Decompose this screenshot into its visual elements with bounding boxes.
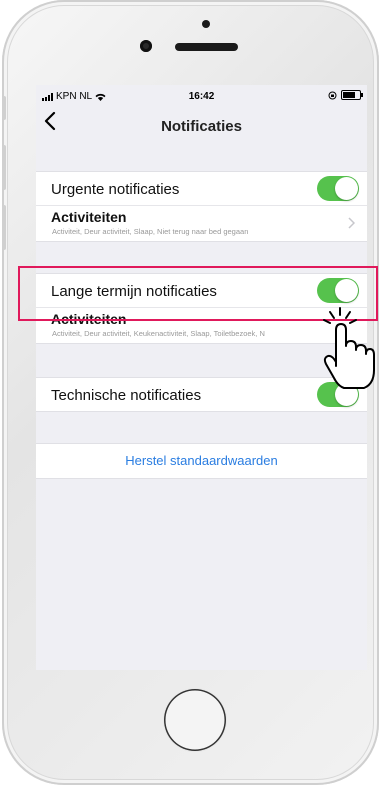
- mute-switch: [2, 96, 6, 120]
- status-bar: KPN NL 16:42: [36, 85, 367, 107]
- front-camera: [140, 40, 152, 52]
- clock: 16:42: [188, 91, 215, 102]
- urgent-activities-row[interactable]: Activiteiten Activiteit, Deur activiteit…: [36, 205, 367, 241]
- long-term-activities-description: Activiteit, Deur activiteit, Keukenactiv…: [52, 329, 265, 338]
- urgent-notifications-group: Urgente notificaties Activiteiten Activi…: [36, 171, 367, 242]
- volume-down-button: [2, 205, 6, 250]
- battery-icon: [341, 90, 363, 100]
- urgent-notifications-row: Urgente notificaties: [36, 172, 367, 205]
- technical-notifications-label: Technische notificaties: [51, 387, 202, 404]
- phone-frame: KPN NL 16:42 Notificaties Urgente notifi…: [2, 0, 379, 785]
- reset-defaults-button[interactable]: Herstel standaardwaarden: [36, 443, 367, 479]
- sensor-dot: [202, 20, 210, 28]
- volume-up-button: [2, 145, 6, 190]
- urgent-activities-description: Activiteit, Deur activiteit, Slaap, Niet…: [52, 227, 249, 236]
- urgent-notifications-toggle[interactable]: [317, 176, 359, 201]
- home-button[interactable]: [164, 689, 226, 751]
- navigation-bar: Notificaties: [36, 107, 367, 143]
- urgent-activities-label: Activiteiten: [51, 209, 127, 225]
- orientation-lock-icon: [328, 91, 337, 99]
- earpiece-speaker: [175, 43, 238, 51]
- urgent-notifications-label: Urgente notificaties: [51, 181, 180, 198]
- tap-hand-icon: [323, 307, 375, 389]
- page-title: Notificaties: [161, 118, 242, 135]
- chevron-right-icon: [348, 216, 356, 232]
